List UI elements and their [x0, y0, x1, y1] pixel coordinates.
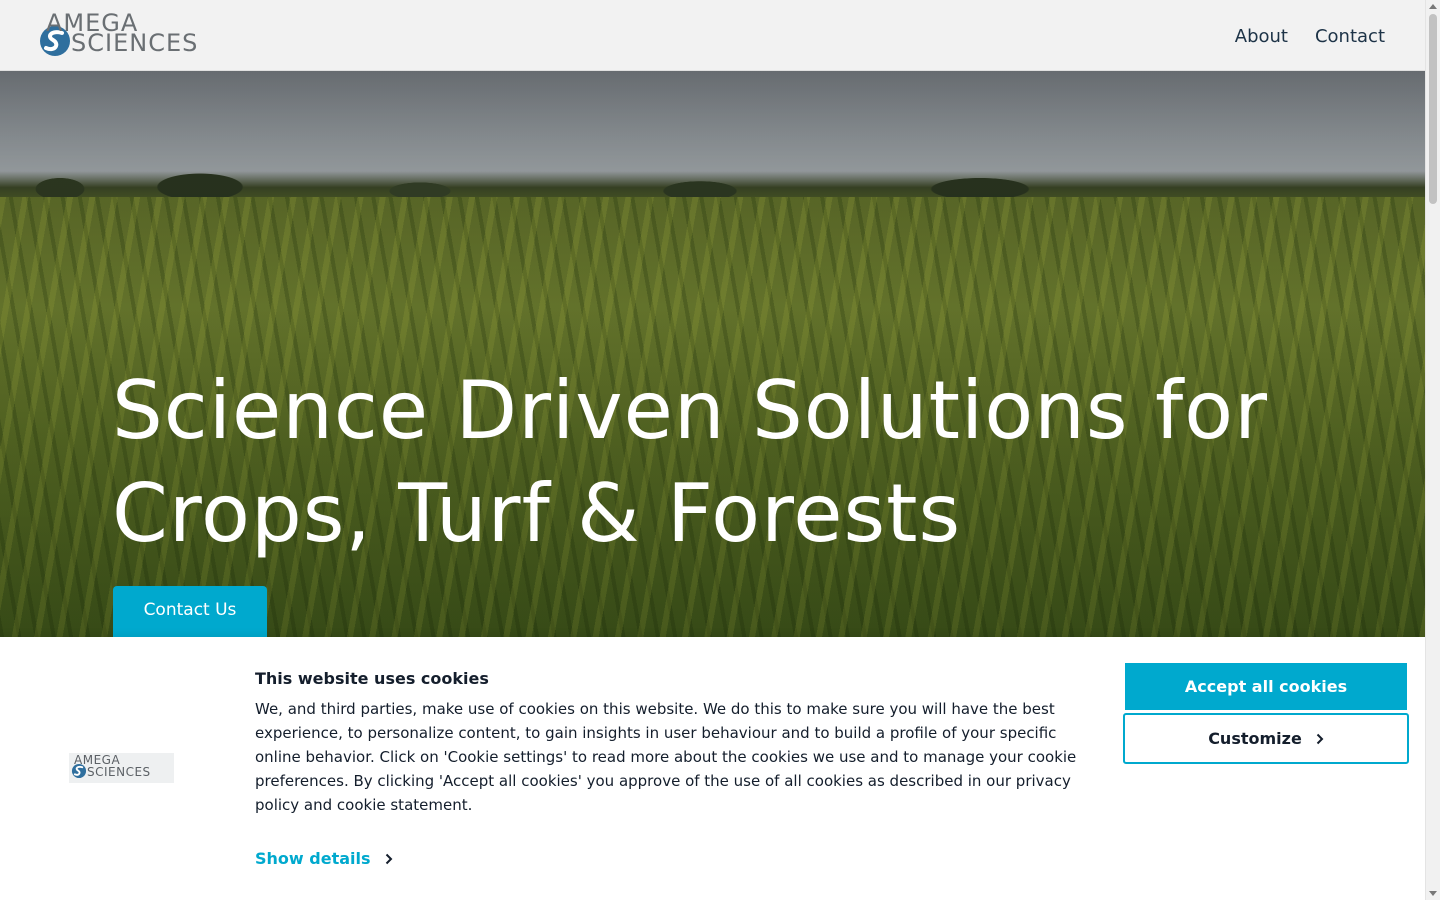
cookie-logo-text-sciences: SCIENCES — [87, 765, 151, 779]
nav-contact-link[interactable]: Contact — [1315, 26, 1385, 48]
chevron-right-icon — [385, 853, 392, 864]
hero-title: Science Driven Solutions for Crops, Turf… — [112, 364, 1268, 560]
scrollbar-thumb[interactable] — [1429, 14, 1437, 204]
main-nav: About Contact — [1235, 26, 1385, 48]
nav-about-link[interactable]: About — [1235, 26, 1288, 48]
logo-text-sciences: SCIENCES — [71, 29, 199, 57]
hero-section: Science Driven Solutions for Crops, Turf… — [0, 71, 1425, 637]
customize-button[interactable]: Customize — [1123, 713, 1409, 764]
show-details-label: Show details — [255, 849, 371, 868]
chevron-right-icon — [1316, 733, 1324, 744]
cookie-banner-title: This website uses cookies — [255, 669, 489, 688]
site-logo[interactable]: AMEGA SCIENCES — [38, 10, 220, 60]
show-details-link[interactable]: Show details — [255, 849, 393, 868]
site-header: AMEGA SCIENCES About Contact — [0, 0, 1425, 71]
cookie-banner-logo: AMEGA SCIENCES — [69, 753, 174, 783]
scroll-down-arrow-icon[interactable] — [1429, 891, 1437, 896]
scroll-up-arrow-icon[interactable] — [1429, 4, 1437, 9]
cookie-banner: AMEGA SCIENCES This website uses cookies… — [0, 637, 1425, 900]
contact-us-button[interactable]: Contact Us — [113, 586, 267, 637]
accept-all-cookies-button[interactable]: Accept all cookies — [1125, 663, 1407, 710]
customize-label: Customize — [1208, 729, 1302, 748]
page-scrollbar[interactable] — [1425, 0, 1440, 900]
cookie-banner-text: We, and third parties, make use of cooki… — [255, 700, 1077, 814]
